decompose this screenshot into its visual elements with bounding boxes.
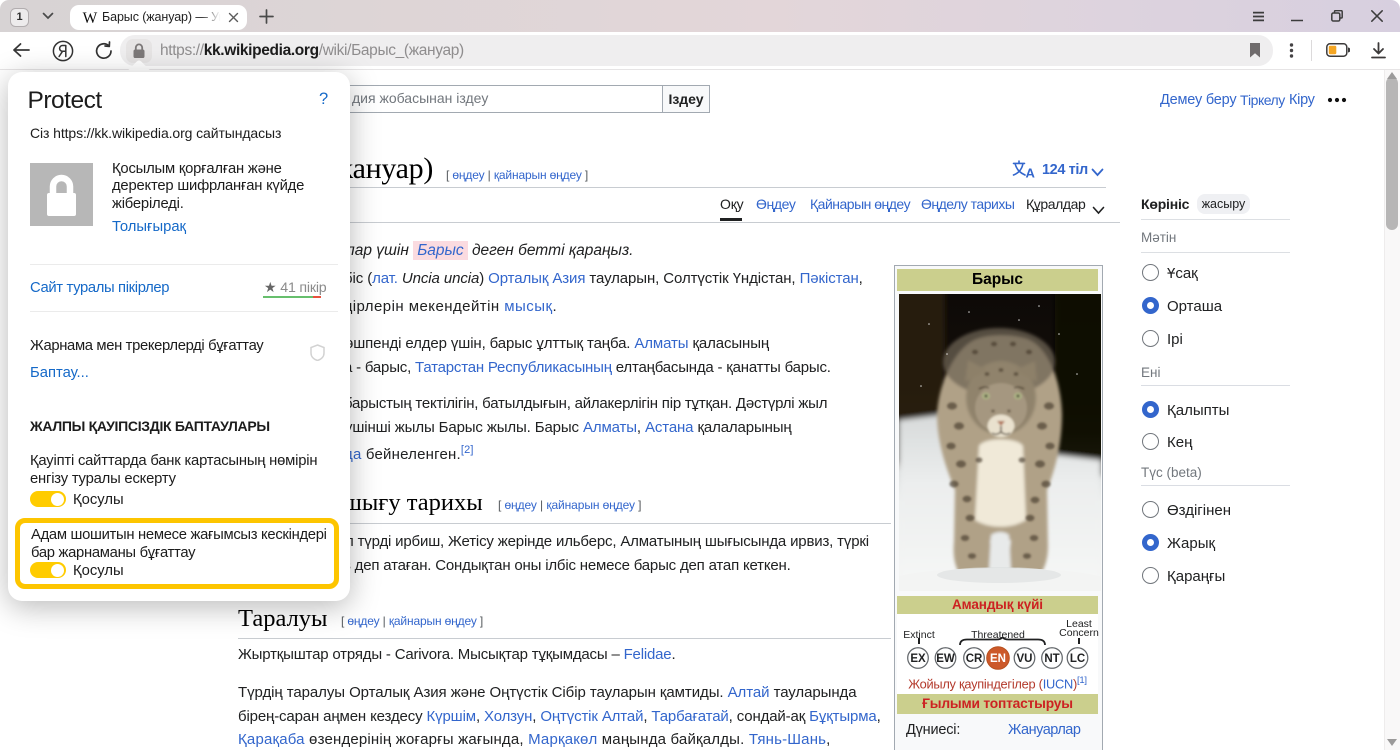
svg-text:A: A: [1026, 166, 1036, 179]
svg-text:CR: CR: [966, 653, 983, 665]
svg-text:VU: VU: [1017, 653, 1033, 665]
svg-text:EN: EN: [990, 653, 1006, 665]
svg-text:W: W: [83, 10, 98, 26]
svg-text:EW: EW: [936, 653, 955, 665]
svg-text:LC: LC: [1070, 653, 1085, 665]
svg-text:NT: NT: [1044, 653, 1059, 665]
svg-text:EX: EX: [910, 653, 926, 665]
